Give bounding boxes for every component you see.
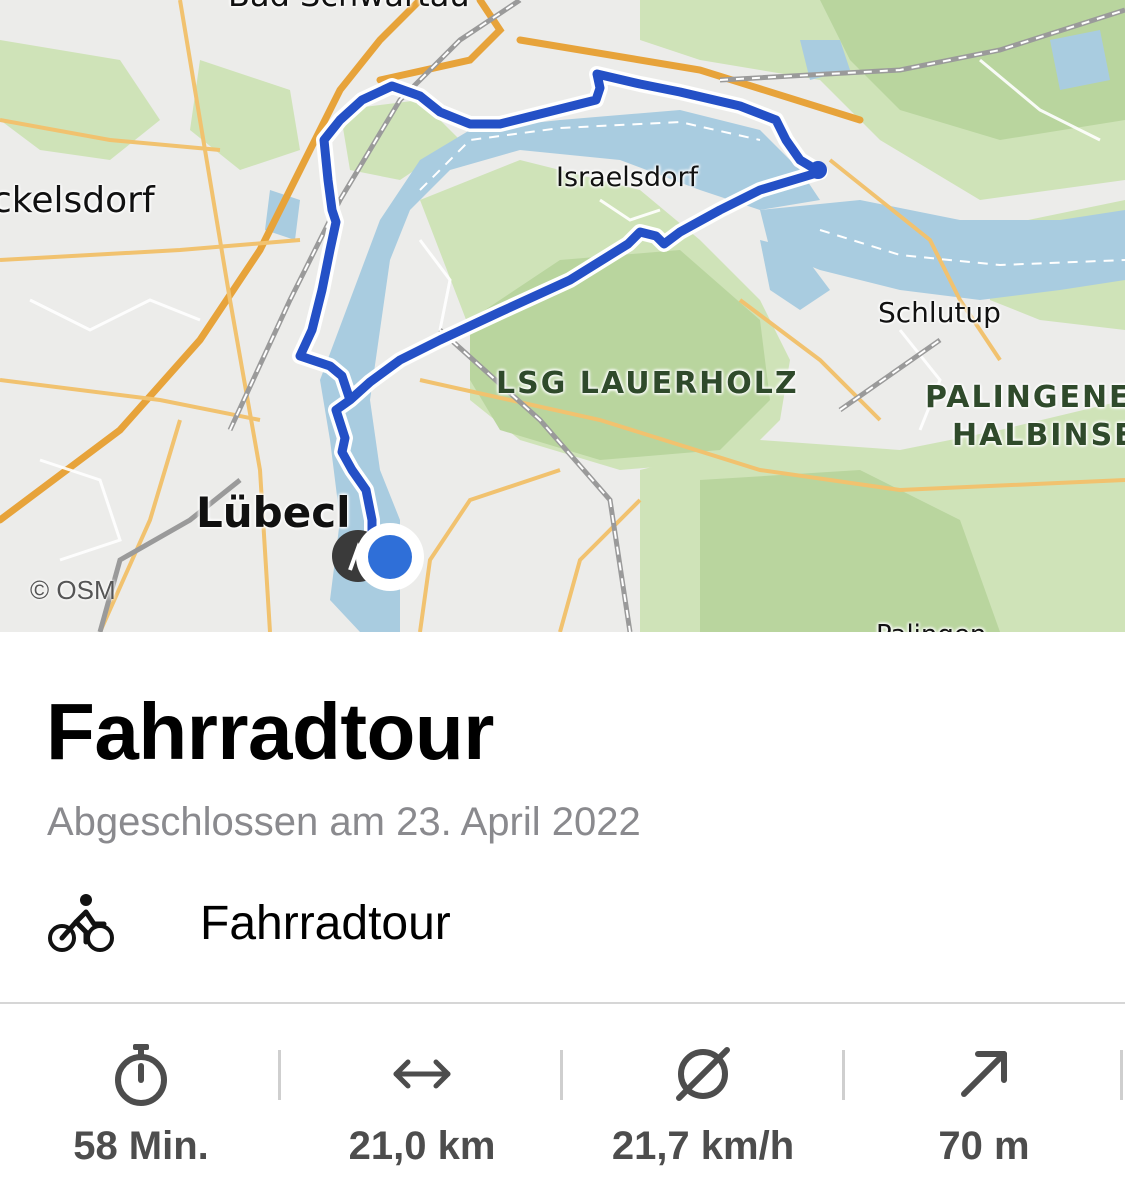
activity-type-row: Fahrradtour bbox=[0, 880, 1125, 970]
stat-duration: 58 Min. bbox=[0, 1030, 282, 1180]
divider bbox=[0, 1002, 1125, 1004]
activity-title: Fahrradtour bbox=[46, 687, 494, 776]
stopwatch-icon bbox=[115, 1044, 167, 1106]
stat-separator bbox=[1120, 1050, 1123, 1100]
map-label-palingen-line1: PALINGENE bbox=[925, 380, 1125, 415]
map-attribution[interactable]: © OSM bbox=[30, 575, 116, 606]
location-dot-icon bbox=[356, 523, 424, 591]
completion-date: Abgeschlossen am 23. April 2022 bbox=[47, 800, 641, 844]
stat-average-speed: 21,7 km/h bbox=[562, 1030, 844, 1180]
route-map[interactable]: Bad Schwartau ckelsdorf Israelsdorf Schl… bbox=[0, 0, 1125, 632]
distance-arrows-icon bbox=[393, 1059, 451, 1089]
elevation-arrow-icon bbox=[961, 1051, 1007, 1097]
map-label-luebeck: Lübecl bbox=[196, 488, 351, 537]
stat-distance: 21,0 km bbox=[281, 1030, 563, 1180]
stat-distance-value: 21,0 km bbox=[348, 1124, 496, 1168]
stat-elevation-value: 70 m bbox=[938, 1124, 1030, 1168]
map-label-palingen-line2: HALBINSE bbox=[952, 418, 1125, 453]
map-label-israelsdorf: Israelsdorf bbox=[556, 162, 699, 193]
map-label-bad-schwartau: Bad Schwartau bbox=[228, 0, 470, 14]
map-label-ckelsdorf: ckelsdorf bbox=[0, 180, 155, 221]
stat-duration-value: 58 Min. bbox=[73, 1124, 209, 1168]
map-label-lsg-lauerholz: LSG LAUERHOLZ bbox=[496, 366, 799, 401]
map-label-palingen-bottom: Palingen bbox=[876, 620, 986, 632]
average-icon bbox=[676, 1047, 730, 1101]
activity-type-label: Fahrradtour bbox=[200, 897, 451, 950]
map-label-schlutup: Schlutup bbox=[878, 296, 1001, 329]
cyclist-icon bbox=[48, 894, 114, 952]
stat-elevation: 70 m bbox=[843, 1030, 1125, 1180]
stat-average-speed-value: 21,7 km/h bbox=[611, 1124, 795, 1168]
stats-bar: 58 Min. 21,0 km 21,7 km/h 70 m bbox=[0, 1030, 1125, 1191]
